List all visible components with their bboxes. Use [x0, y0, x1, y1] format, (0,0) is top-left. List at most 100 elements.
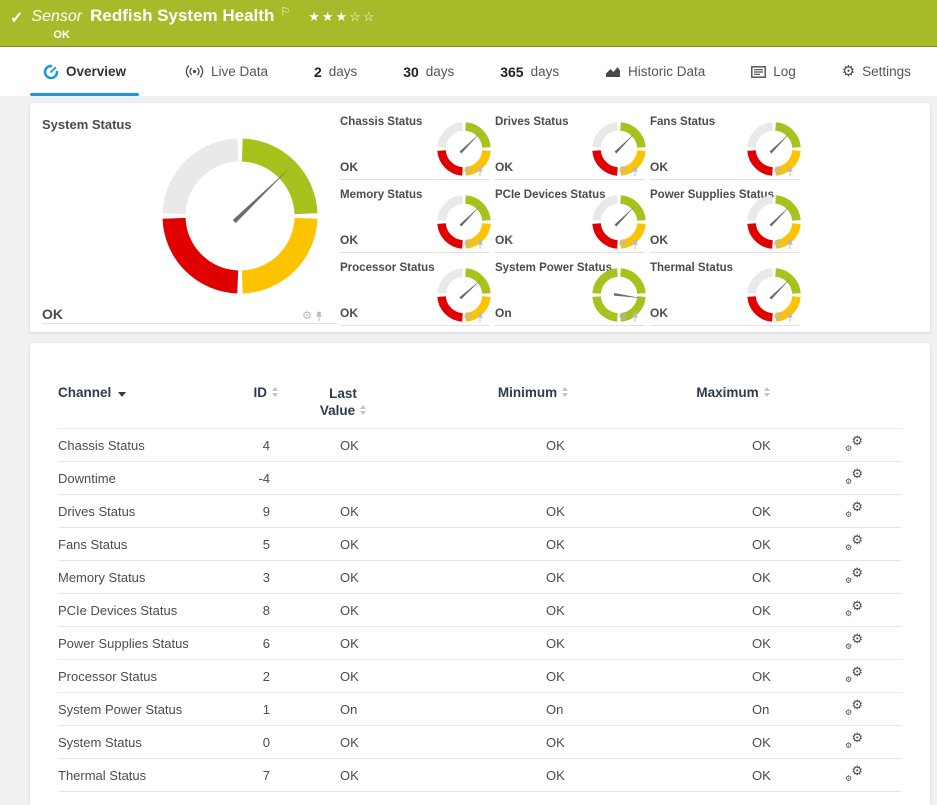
edit-channel-gears-icon[interactable]: ⚙⚙: [845, 601, 863, 617]
table-row-downtime[interactable]: Downtime -4 ⚙⚙: [58, 461, 902, 494]
gear-icon[interactable]: ⚙: [302, 311, 312, 322]
cell-id: 0: [248, 735, 336, 750]
pin-icon[interactable]: [476, 312, 484, 323]
gauge-panel-chassis-status[interactable]: Chassis Status OK ⚙: [340, 115, 490, 180]
column-header-last-value[interactable]: Last Value: [310, 385, 376, 428]
edit-channel-gears-icon[interactable]: ⚙⚙: [845, 766, 863, 782]
tab-overview[interactable]: Overview: [30, 47, 139, 96]
edit-channel-gears-icon[interactable]: ⚙⚙: [845, 436, 863, 452]
flag-icon[interactable]: ⚐: [280, 5, 290, 18]
table-row-drives-status[interactable]: Drives Status 9 OK OK OK ⚙⚙: [58, 494, 902, 527]
gauge-panel-drives-status[interactable]: Drives Status OK ⚙: [495, 115, 645, 180]
cell-minimum: OK: [542, 636, 748, 651]
log-icon: [751, 66, 766, 78]
table-row-fans-status[interactable]: Fans Status 5 OK OK OK ⚙⚙: [58, 527, 902, 560]
cell-last-value: OK: [336, 504, 542, 519]
cell-last-value: On: [336, 702, 542, 717]
cell-channel: Memory Status: [58, 570, 248, 585]
pin-icon[interactable]: [631, 239, 639, 250]
column-header-id[interactable]: ID: [248, 385, 278, 428]
table-row-thermal-status[interactable]: Thermal Status 7 OK OK OK ⚙⚙: [58, 758, 902, 791]
cell-maximum: OK: [748, 603, 843, 618]
cell-maximum: OK: [748, 669, 843, 684]
column-header-channel[interactable]: Channel: [58, 385, 248, 428]
sort-desc-icon: [118, 392, 126, 397]
table-row-chassis-status[interactable]: Chassis Status 4 OK OK OK ⚙⚙: [58, 428, 902, 461]
cell-id: 8: [248, 603, 336, 618]
table-row-system-power-status[interactable]: System Power Status 1 On On On ⚙⚙: [58, 692, 902, 725]
cell-minimum: OK: [542, 504, 748, 519]
status-check-icon: ✓: [10, 8, 23, 28]
gear-icon[interactable]: ⚙: [463, 239, 473, 250]
tab-live-data[interactable]: Live Data: [185, 47, 268, 96]
edit-channel-gears-icon[interactable]: ⚙⚙: [845, 733, 863, 749]
gauge-panel-power-supplies-status[interactable]: Power Supplies Status OK ⚙: [650, 188, 800, 253]
tab-365-days[interactable]: 365 days: [500, 47, 559, 96]
pin-icon[interactable]: [315, 311, 323, 322]
table-row-processor-status[interactable]: Processor Status 2 OK OK OK ⚙⚙: [58, 659, 902, 692]
gear-icon[interactable]: ⚙: [618, 312, 628, 323]
edit-channel-gears-icon[interactable]: ⚙⚙: [845, 535, 863, 551]
table-row-memory-status[interactable]: Memory Status 3 OK OK OK ⚙⚙: [58, 560, 902, 593]
priority-stars-icon[interactable]: ★★★☆☆: [308, 9, 376, 25]
channel-gauge-value: On: [495, 306, 512, 320]
sensor-status-badge: OK: [53, 29, 376, 41]
pin-icon[interactable]: [786, 239, 794, 250]
gauge-panel-system-power-status[interactable]: System Power Status On ⚙: [495, 261, 645, 326]
table-row-power-supplies-status[interactable]: Power Supplies Status 6 OK OK OK ⚙⚙: [58, 626, 902, 659]
tab-settings[interactable]: ⚙ Settings: [842, 47, 911, 96]
gear-icon[interactable]: ⚙: [773, 312, 783, 323]
sort-icon: [562, 387, 568, 397]
edit-channel-gears-icon[interactable]: ⚙⚙: [845, 568, 863, 584]
cell-id: 9: [248, 504, 336, 519]
channel-gauge-title: Chassis Status: [340, 116, 422, 128]
gear-icon[interactable]: ⚙: [618, 239, 628, 250]
channel-gauge-title: PCIe Devices Status: [495, 189, 606, 201]
gear-icon[interactable]: ⚙: [773, 239, 783, 250]
cell-id: 3: [248, 570, 336, 585]
edit-channel-gears-icon[interactable]: ⚙⚙: [845, 667, 863, 683]
system-status-gauge-panel[interactable]: System Status OK ⚙: [30, 103, 335, 332]
channel-gauge-value: OK: [340, 306, 358, 320]
table-row-system-status[interactable]: System Status 0 OK OK OK ⚙⚙: [58, 725, 902, 758]
pin-icon[interactable]: [631, 166, 639, 177]
historic-icon: [605, 65, 621, 78]
cell-minimum: On: [542, 702, 748, 717]
pin-icon[interactable]: [786, 166, 794, 177]
gear-icon[interactable]: ⚙: [618, 166, 628, 177]
edit-channel-gears-icon[interactable]: ⚙⚙: [845, 634, 863, 650]
pin-icon[interactable]: [786, 312, 794, 323]
settings-icon: ⚙: [842, 64, 855, 79]
gauge-panel-thermal-status[interactable]: Thermal Status OK ⚙: [650, 261, 800, 326]
channel-gauge-value: OK: [495, 233, 513, 247]
cell-minimum: OK: [542, 603, 748, 618]
edit-channel-gears-icon[interactable]: ⚙⚙: [845, 502, 863, 518]
gear-icon[interactable]: ⚙: [463, 166, 473, 177]
edit-channel-gears-icon[interactable]: ⚙⚙: [845, 700, 863, 716]
gear-icon[interactable]: ⚙: [463, 312, 473, 323]
tab-log[interactable]: Log: [751, 47, 796, 96]
column-header-maximum[interactable]: Maximum: [658, 385, 808, 428]
channel-gauge-value: OK: [495, 160, 513, 174]
edit-channel-gears-icon[interactable]: ⚙⚙: [845, 469, 863, 485]
gauge-panel-fans-status[interactable]: Fans Status OK ⚙: [650, 115, 800, 180]
pin-icon[interactable]: [476, 166, 484, 177]
cell-minimum: OK: [542, 570, 748, 585]
pin-icon[interactable]: [476, 239, 484, 250]
cell-last-value: OK: [336, 735, 542, 750]
channels-table-panel: ChannelID Last Value MinimumMaximum Chassi…: [30, 343, 930, 805]
cell-channel: System Status: [58, 735, 248, 750]
table-row-pcie-devices-status[interactable]: PCIe Devices Status 8 OK OK OK ⚙⚙: [58, 593, 902, 626]
gear-icon[interactable]: ⚙: [773, 166, 783, 177]
gauge-panel-pcie-devices-status[interactable]: PCIe Devices Status OK ⚙: [495, 188, 645, 253]
tab-historic-data[interactable]: Historic Data: [605, 47, 705, 96]
tab-2-days[interactable]: 2 days: [314, 47, 357, 96]
cell-id: 1: [248, 702, 336, 717]
pin-icon[interactable]: [631, 312, 639, 323]
gauge-panel-processor-status[interactable]: Processor Status OK ⚙: [340, 261, 490, 326]
tab-30-days[interactable]: 30 days: [403, 47, 454, 96]
column-header-minimum[interactable]: Minimum: [408, 385, 658, 428]
gauge-panel-memory-status[interactable]: Memory Status OK ⚙: [340, 188, 490, 253]
cell-channel: Power Supplies Status: [58, 636, 248, 651]
channel-gauge-value: OK: [650, 233, 668, 247]
